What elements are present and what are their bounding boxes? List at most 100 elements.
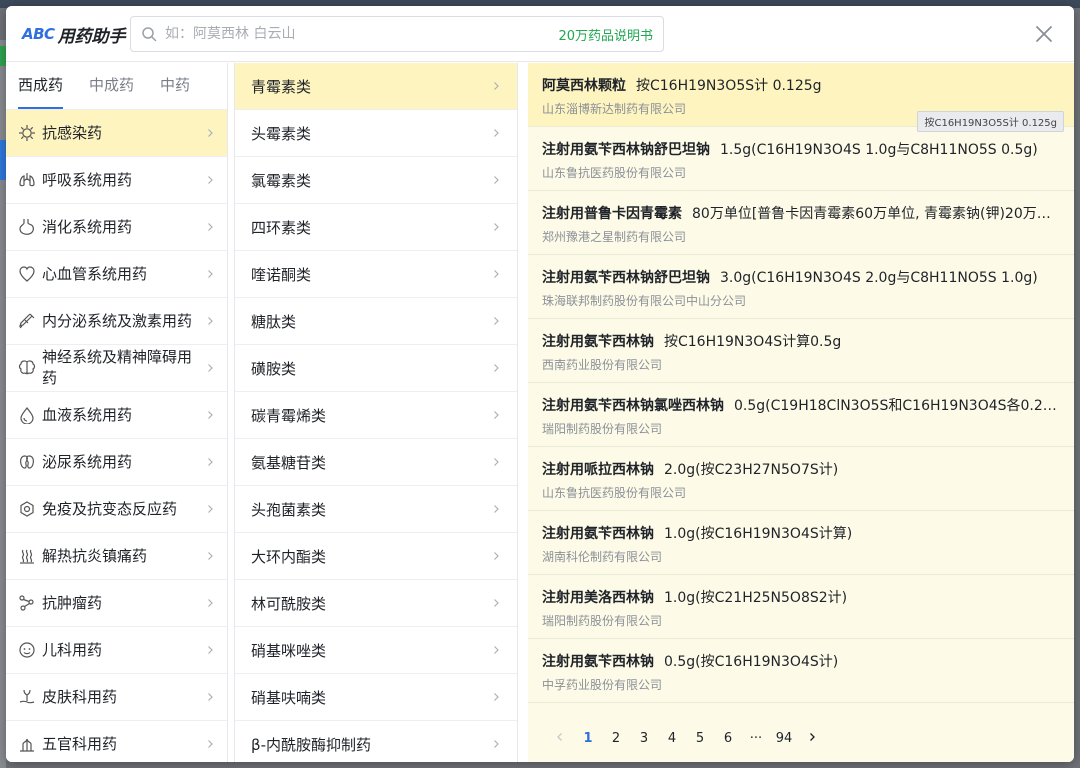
chevron-right-icon bbox=[208, 270, 213, 278]
subcategory-label: 大环内酯类 bbox=[251, 547, 327, 566]
tab-western-medicine[interactable]: 西成药 bbox=[18, 74, 64, 109]
category-label: 消化系统用药 bbox=[42, 217, 133, 236]
chevron-right-icon bbox=[810, 732, 815, 741]
subcategory-item[interactable]: 喹诺酮类 bbox=[235, 251, 517, 298]
subcategory-item[interactable]: 林可酰胺类 bbox=[235, 580, 517, 627]
subcategory-item[interactable]: 头霉素类 bbox=[235, 110, 517, 157]
category-item[interactable]: 泌尿系统用药 bbox=[6, 439, 227, 486]
chevron-right-icon bbox=[208, 411, 213, 419]
search-input[interactable] bbox=[165, 19, 559, 49]
page-number[interactable]: 94 bbox=[770, 731, 798, 746]
category-item[interactable]: 解热抗炎镇痛药 bbox=[6, 533, 227, 580]
subcategory-item[interactable]: 硝基咪唑类 bbox=[235, 627, 517, 674]
page-ellipsis[interactable]: ··· bbox=[742, 731, 770, 746]
drug-list-item[interactable]: 注射用氨苄西林钠氯唑西林钠 0.5g(C19H18ClN3O5S和C16H19N3… bbox=[528, 383, 1074, 447]
close-icon[interactable] bbox=[1032, 22, 1056, 46]
drug-name: 注射用哌拉西林钠 bbox=[542, 462, 654, 478]
tab-chinese-herbal-medicine[interactable]: 中药 bbox=[160, 74, 190, 109]
subcategory-item[interactable]: 磺胺类 bbox=[235, 345, 517, 392]
page-number[interactable]: 5 bbox=[686, 731, 714, 746]
category-item[interactable]: 免疫及抗变态反应药 bbox=[6, 486, 227, 533]
category-item[interactable]: 皮肤科用药 bbox=[6, 674, 227, 721]
drug-manufacturer: 西南药业股份有限公司 bbox=[542, 358, 663, 372]
subcategory-item[interactable]: 碳青霉烯类 bbox=[235, 392, 517, 439]
subcategory-item[interactable]: β-内酰胺酶抑制药 bbox=[235, 721, 517, 762]
ear-icon bbox=[18, 735, 36, 753]
drug-title-line: 注射用氨苄西林钠氯唑西林钠 0.5g(C19H18ClN3O5S和C16H19N3… bbox=[542, 395, 1060, 415]
subcategory-item[interactable]: 青霉素类 bbox=[235, 63, 517, 110]
subcategory-item[interactable]: 大环内酯类 bbox=[235, 533, 517, 580]
category-item[interactable]: 内分泌系统及激素用药 bbox=[6, 298, 227, 345]
category-item[interactable]: 呼吸系统用药 bbox=[6, 157, 227, 204]
next-page-button[interactable] bbox=[798, 731, 826, 746]
chevron-right-icon bbox=[494, 223, 499, 231]
drug-title-line: 注射用普鲁卡因青霉素 80万单位[普鲁卡因青霉素60万单位, 青霉素钠(钾)20万… bbox=[542, 203, 1060, 223]
subcategory-item[interactable]: 头孢菌素类 bbox=[235, 486, 517, 533]
subcategory-label: 硝基咪唑类 bbox=[251, 641, 327, 660]
subcategory-item[interactable]: 氨基糖苷类 bbox=[235, 439, 517, 486]
subcategory-list: 青霉素类 头霉素类 氯霉素类 四环素类喹诺酮类糖肽类 磺胺类碳青霉烯类氨基糖苷类头孢菌素… bbox=[235, 63, 517, 762]
drug-spec: 80万单位[普鲁卡因青霉素60万单位, 青霉素钠(钾)20万单位] bbox=[692, 206, 1060, 222]
subcategory-label: 林可酰胺类 bbox=[251, 594, 327, 613]
logo-title: 用药助手 bbox=[57, 26, 126, 47]
chevron-right-icon bbox=[208, 599, 213, 607]
prev-page-button[interactable] bbox=[546, 731, 574, 746]
page-number[interactable]: 1 bbox=[574, 731, 602, 746]
category-item[interactable]: 神经系统及精神障碍用药 bbox=[6, 345, 227, 392]
baby-face-icon bbox=[18, 641, 36, 659]
drug-manufacturer: 瑞阳制药股份有限公司 bbox=[542, 422, 663, 436]
category-item[interactable]: 儿科用药 bbox=[6, 627, 227, 674]
category-item[interactable]: 五官科用药 bbox=[6, 721, 227, 762]
chevron-left-icon bbox=[557, 732, 562, 741]
drug-spec: 3.0g(C16H19N3O4S 2.0g与C8H11NO5S 1.0g) bbox=[720, 270, 1038, 286]
drug-list-item[interactable]: 注射用氨苄西林钠 0.5g(按C16H19N3O4S计) 中孚药业股份有限公司 bbox=[528, 639, 1074, 703]
drug-list-item[interactable]: 阿莫西林颗粒 按C16H19N3O5S计 0.125g 山东淄博新达制药有限公司 按C… bbox=[528, 63, 1074, 132]
drug-list-item[interactable]: 注射用普鲁卡因青霉素 80万单位[普鲁卡因青霉素60万单位, 青霉素钠(钾)20万… bbox=[528, 191, 1074, 255]
shield-cell-icon bbox=[18, 500, 36, 518]
drug-manufacturer: 郑州豫港之星制药有限公司 bbox=[542, 230, 687, 244]
chevron-right-icon bbox=[494, 693, 499, 701]
drug-title-line: 注射用氨苄西林钠舒巴坦钠 1.5g(C16H19N3O4S 1.0g与C8H11N… bbox=[542, 139, 1060, 159]
chevron-right-icon bbox=[208, 646, 213, 654]
drug-title-line: 注射用氨苄西林钠舒巴坦钠 3.0g(C16H19N3O4S 2.0g与C8H11N… bbox=[542, 267, 1060, 287]
drug-title-line: 阿莫西林颗粒 按C16H19N3O5S计 0.125g bbox=[542, 75, 1060, 95]
skin-icon bbox=[18, 688, 36, 706]
drug-manufacturer: 湖南科伦制药有限公司 bbox=[542, 550, 663, 564]
drug-title-line: 注射用氨苄西林钠 1.0g(按C16H19N3O4S计算) bbox=[542, 523, 1060, 543]
category-label: 抗感染药 bbox=[42, 123, 103, 142]
drug-list-item[interactable]: 注射用美洛西林钠 1.0g(按C21H25N5O8S2计) 瑞阳制药股份有限公司 bbox=[528, 575, 1074, 639]
category-item[interactable]: 抗肿瘤药 bbox=[6, 580, 227, 627]
drug-list-item[interactable]: 注射用氨苄西林钠舒巴坦钠 1.5g(C16H19N3O4S 1.0g与C8H11N… bbox=[528, 127, 1074, 191]
subcategory-item[interactable]: 硝基呋喃类 bbox=[235, 674, 517, 721]
subcategory-label: 喹诺酮类 bbox=[251, 265, 312, 284]
page-number[interactable]: 4 bbox=[658, 731, 686, 746]
drug-list-panel: 阿莫西林颗粒 按C16H19N3O5S计 0.125g 山东淄博新达制药有限公司 按C… bbox=[528, 63, 1074, 762]
search-badge: 20万药品说明书 bbox=[558, 28, 653, 44]
chevron-right-icon bbox=[208, 129, 213, 137]
chevron-right-icon bbox=[494, 552, 499, 560]
category-label: 内分泌系统及激素用药 bbox=[42, 311, 193, 330]
subcategory-label: 碳青霉烯类 bbox=[251, 406, 327, 425]
category-item[interactable]: 心血管系统用药 bbox=[6, 251, 227, 298]
subcategory-item[interactable]: 氯霉素类 bbox=[235, 157, 517, 204]
category-item[interactable]: 血液系统用药 bbox=[6, 392, 227, 439]
kidney-icon bbox=[18, 453, 36, 471]
modal-header: ABC 用药助手 20万药品说明书 bbox=[6, 6, 1074, 62]
drug-list-item[interactable]: 注射用氨苄西林钠 1.0g(按C16H19N3O4S计算) 湖南科伦制药有限公司 bbox=[528, 511, 1074, 575]
page-number[interactable]: 2 bbox=[602, 731, 630, 746]
page-number[interactable]: 6 bbox=[714, 731, 742, 746]
drug-spec: 按C16H19N3O5S计 0.125g bbox=[636, 78, 822, 94]
page-number[interactable]: 3 bbox=[630, 731, 658, 746]
drug-name: 阿莫西林颗粒 bbox=[542, 78, 626, 94]
subcategory-label: 氨基糖苷类 bbox=[251, 453, 327, 472]
tab-chinese-patent-medicine[interactable]: 中成药 bbox=[89, 74, 134, 109]
subcategory-item[interactable]: 糖肽类 bbox=[235, 298, 517, 345]
drug-list-item[interactable]: 注射用氨苄西林钠 按C16H19N3O4S计算0.5g 西南药业股份有限公司 bbox=[528, 319, 1074, 383]
category-item[interactable]: 抗感染药 bbox=[6, 110, 227, 157]
category-panel: 西成药 中成药 中药 抗感染药呼吸系统用药消化系统用药心血管系统用药内分泌系统及… bbox=[6, 63, 228, 762]
drug-list-item[interactable]: 注射用哌拉西林钠 2.0g(按C23H27N5O7S计) 山东鲁抗医药股份有限公司 bbox=[528, 447, 1074, 511]
category-item[interactable]: 消化系统用药 bbox=[6, 204, 227, 251]
search-box[interactable]: 20万药品说明书 bbox=[130, 16, 664, 52]
subcategory-item[interactable]: 四环素类 bbox=[235, 204, 517, 251]
drug-list-item[interactable]: 注射用氨苄西林钠舒巴坦钠 3.0g(C16H19N3O4S 2.0g与C8H11N… bbox=[528, 255, 1074, 319]
